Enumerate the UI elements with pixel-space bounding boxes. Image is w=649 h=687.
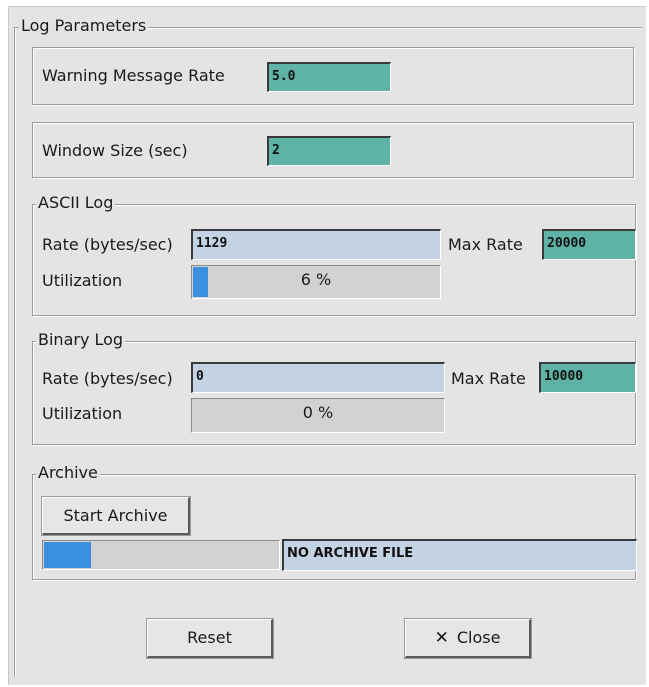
binary-utilization-bar: 0 % (191, 398, 445, 433)
warning-rate-field[interactable]: 5.0 (267, 62, 391, 92)
ascii-log-group (32, 204, 636, 316)
start-archive-button[interactable]: Start Archive (41, 496, 191, 536)
log-parameters-title: Log Parameters (19, 16, 149, 35)
window-size-label: Window Size (sec) (42, 141, 188, 160)
warning-rate-label: Warning Message Rate (42, 66, 225, 85)
binary-utilization-text: 0 % (302, 403, 334, 422)
log-parameters-dialog: Log Parameters Warning Message Rate 5.0 … (8, 6, 646, 685)
binary-max-rate-field[interactable]: 10000 (539, 362, 636, 393)
ascii-utilization-text: 6 % (300, 270, 332, 289)
ascii-max-rate-field[interactable]: 20000 (542, 229, 636, 260)
reset-button[interactable]: Reset (146, 618, 274, 659)
archive-progress-fill (44, 542, 91, 568)
ascii-utilization-label: Utilization (42, 271, 123, 290)
window-size-field[interactable]: 2 (267, 136, 391, 166)
ascii-rate-label: Rate (bytes/sec) (42, 235, 173, 254)
binary-rate-label: Rate (bytes/sec) (42, 369, 173, 388)
binary-max-rate-label: Max Rate (451, 369, 526, 388)
ascii-utilization-bar: 6 % (191, 265, 441, 299)
binary-rate-field: 0 (191, 362, 445, 393)
ascii-utilization-fill (193, 267, 208, 297)
archive-file-status: NO ARCHIVE FILE (282, 539, 637, 571)
x-icon: ✕ (434, 628, 449, 648)
ascii-max-rate-label: Max Rate (448, 235, 523, 254)
close-button-label: Close (456, 628, 501, 647)
close-button[interactable]: ✕ Close (404, 618, 532, 659)
ascii-rate-field: 1129 (191, 229, 441, 260)
ascii-log-title: ASCII Log (36, 193, 116, 212)
binary-log-title: Binary Log (36, 330, 126, 349)
archive-title: Archive (36, 463, 100, 482)
binary-utilization-label: Utilization (42, 404, 123, 423)
archive-progress-bar (42, 540, 280, 570)
